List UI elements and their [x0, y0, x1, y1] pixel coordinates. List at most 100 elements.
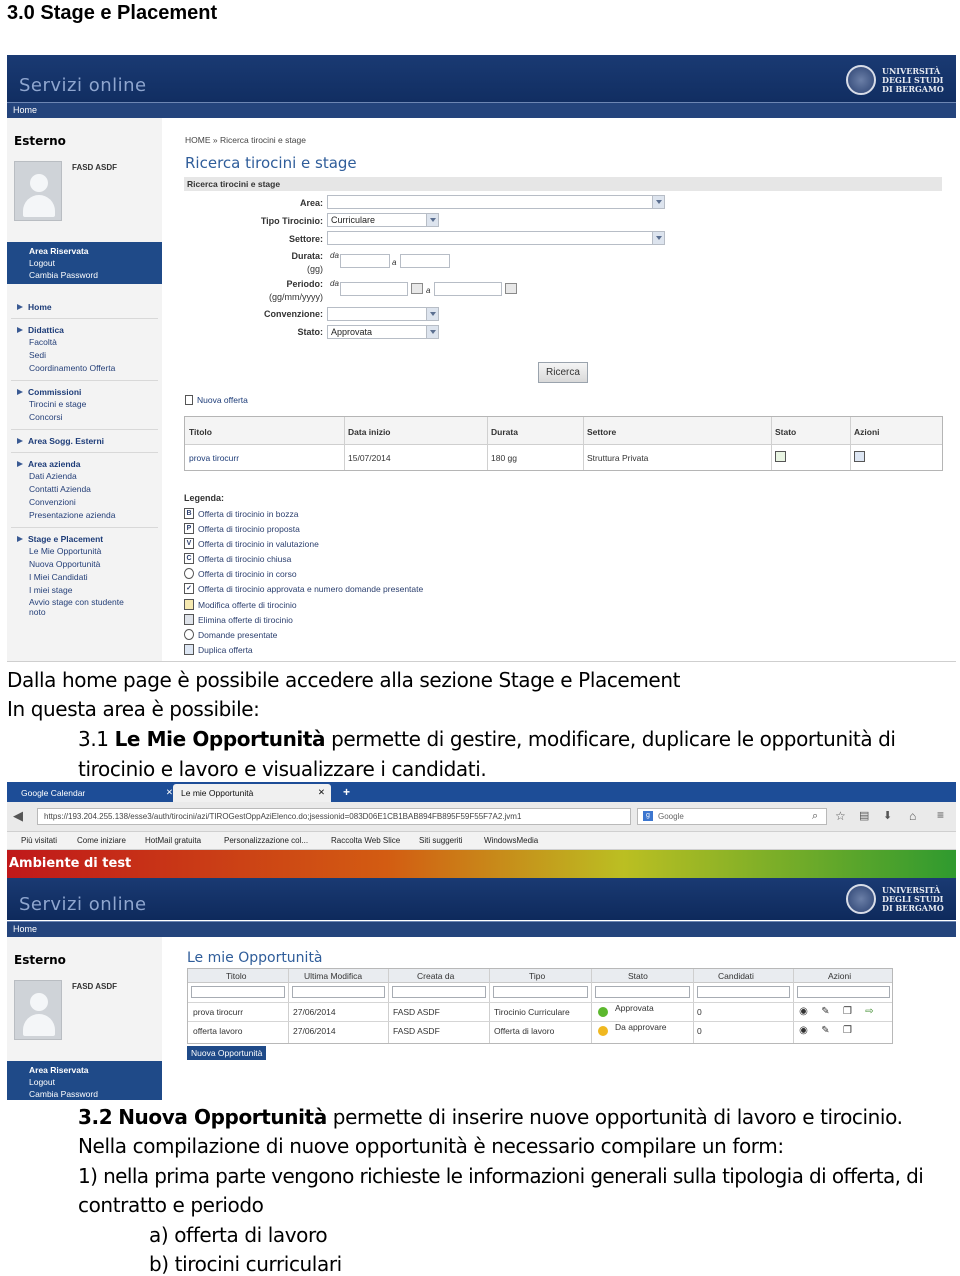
close-icon[interactable]: ✕ [166, 787, 173, 798]
logout-link[interactable]: Logout [7, 257, 162, 269]
col-titolo[interactable]: Titolo [226, 971, 246, 981]
logout-link[interactable]: Logout [7, 1076, 162, 1088]
calendar-icon[interactable] [411, 283, 423, 294]
star-icon[interactable]: ☆ [835, 809, 846, 823]
bookmark[interactable]: HotMail gratuita [145, 836, 201, 845]
col-azioni[interactable]: Azioni [828, 971, 851, 981]
legend-item: C Offerta di tirocinio chiusa [184, 553, 291, 564]
close-icon[interactable]: ✕ [318, 787, 325, 798]
duplicate-icon[interactable]: ❐ [842, 1025, 853, 1036]
tab-google-calendar[interactable]: Google Calendar ✕ [13, 784, 179, 802]
menu-item[interactable]: Presentazione azienda [7, 509, 162, 522]
tab-le-mie-opportunita[interactable]: Le mie Opportunità ✕ [173, 784, 331, 802]
convenzione-select[interactable] [327, 307, 439, 321]
duplicate-icon[interactable] [854, 451, 865, 462]
menu-item[interactable]: Contatti Azienda [7, 483, 162, 496]
table-row[interactable]: offerta lavoro 27/06/2014 FASD ASDF Offe… [188, 1021, 892, 1040]
col-tipo[interactable]: Tipo [529, 971, 545, 981]
periodo-a: a [426, 286, 431, 295]
menu-didattica[interactable]: Didattica [7, 324, 162, 336]
new-offer-link[interactable]: Nuova offerta [185, 395, 248, 405]
menu-icon[interactable]: ≡ [937, 808, 944, 822]
tipo-select[interactable]: Curriculare [327, 213, 439, 227]
university-logo: UNIVERSITÀ DEGLI STUDI DI BERGAMO [846, 882, 952, 916]
filter-stato[interactable] [595, 986, 690, 998]
legend-label: Offerta di tirocinio in valutazione [198, 538, 319, 549]
document-icon [185, 395, 193, 405]
menu-home[interactable]: Home [7, 301, 162, 313]
durata-da: da [330, 251, 339, 260]
download-icon[interactable]: ⬇ [883, 809, 892, 822]
periodo-da-input[interactable] [340, 282, 408, 296]
university-seal-icon [846, 884, 876, 914]
filter-ultima-modifica[interactable] [292, 986, 385, 998]
view-icon[interactable]: ◉ [798, 1006, 809, 1017]
banner-title: Servizi online [19, 894, 147, 915]
menu-stage-placement[interactable]: Stage e Placement [7, 533, 162, 545]
filter-azioni[interactable] [797, 986, 890, 998]
menu-item[interactable]: Facoltà [7, 336, 162, 349]
menu-item[interactable]: Dati Azienda [7, 470, 162, 483]
new-tab-icon[interactable]: + [337, 784, 356, 802]
change-password-link[interactable]: Cambia Password [7, 1088, 162, 1100]
sidebar: Esterno FASD ASDF Area Riservata Logout … [7, 937, 162, 1100]
view-icon[interactable]: ◉ [798, 1025, 809, 1036]
new-opportunity-button[interactable]: Nuova Opportunità [187, 1046, 267, 1060]
bookmark[interactable]: Raccolta Web Slice [331, 836, 400, 845]
bookmark[interactable]: Siti suggeriti [419, 836, 463, 845]
search-icon[interactable]: ⌕ [812, 810, 818, 823]
durata-unit: (gg) [306, 264, 323, 274]
table-row[interactable]: prova tirocurr 27/06/2014 FASD ASDF Tiro… [188, 1002, 892, 1021]
bookmark[interactable]: Personalizzazione col... [224, 836, 308, 845]
reader-icon[interactable]: ▤ [859, 809, 869, 822]
ricerca-button[interactable]: Ricerca [538, 362, 588, 383]
menu-item[interactable]: Tirocini e stage [7, 398, 162, 411]
opportunities-grid: Titolo Ultima Modifica Creata da Tipo St… [187, 968, 893, 1044]
menu-item[interactable]: I Miei Candidati [7, 571, 162, 584]
menu-item[interactable]: Concorsi [7, 411, 162, 424]
duplicate-icon[interactable]: ❐ [842, 1006, 853, 1017]
menu-item[interactable]: Sedi [7, 349, 162, 362]
bookmark[interactable]: WindowsMedia [484, 836, 538, 845]
edit-icon[interactable]: ✎ [820, 1025, 831, 1036]
col-ultima-modifica[interactable]: Ultima Modifica [304, 971, 362, 981]
cell-titolo[interactable]: prova tirocurr [189, 453, 239, 463]
area-select[interactable] [327, 195, 665, 209]
nav-bar: Home [7, 102, 956, 118]
menu-item[interactable]: Nuova Opportunità [7, 558, 162, 571]
menu-item[interactable]: Coordinamento Offerta [7, 362, 162, 375]
url-input[interactable]: https://193.204.255.138/esse3/auth/tiroc… [37, 808, 631, 825]
status-green-icon [598, 1007, 608, 1017]
settore-select[interactable] [327, 231, 665, 245]
durata-a-input[interactable] [400, 254, 450, 268]
search-input[interactable]: Google [637, 808, 827, 825]
periodo-a-input[interactable] [434, 282, 502, 296]
menu-item[interactable]: I miei stage [7, 584, 162, 597]
bookmark[interactable]: Come iniziare [77, 836, 126, 845]
filter-candidati[interactable] [697, 986, 790, 998]
filter-creata-da[interactable] [392, 986, 486, 998]
col-stato[interactable]: Stato [628, 971, 648, 981]
col-candidati[interactable]: Candidati [718, 971, 754, 981]
home-icon[interactable]: ⌂ [909, 809, 916, 823]
menu-item[interactable]: Avvio stage con studente [7, 597, 162, 607]
durata-da-input[interactable] [340, 254, 390, 268]
menu-item[interactable]: Le Mie Opportunità [7, 545, 162, 558]
edit-icon[interactable]: ✎ [820, 1006, 831, 1017]
nav-home-link[interactable]: Home [13, 105, 37, 115]
stato-select[interactable]: Approvata [327, 325, 439, 339]
menu-area-sogg-esterni[interactable]: Area Sogg. Esterni [7, 435, 162, 447]
filter-tipo[interactable] [493, 986, 588, 998]
calendar-icon[interactable] [505, 283, 517, 294]
filter-titolo[interactable] [191, 986, 285, 998]
col-creata-da[interactable]: Creata da [417, 971, 454, 981]
back-icon[interactable]: ◀ [13, 808, 23, 824]
change-password-link[interactable]: Cambia Password [7, 269, 162, 281]
menu-item[interactable]: Convenzioni [7, 496, 162, 509]
menu-item[interactable]: noto [7, 607, 162, 617]
bookmark[interactable]: Più visitati [21, 836, 57, 845]
export-icon[interactable]: ⇨ [864, 1006, 875, 1017]
menu-area-azienda[interactable]: Area azienda [7, 458, 162, 470]
menu-commissioni[interactable]: Commissioni [7, 386, 162, 398]
nav-home-link[interactable]: Home [13, 924, 37, 934]
